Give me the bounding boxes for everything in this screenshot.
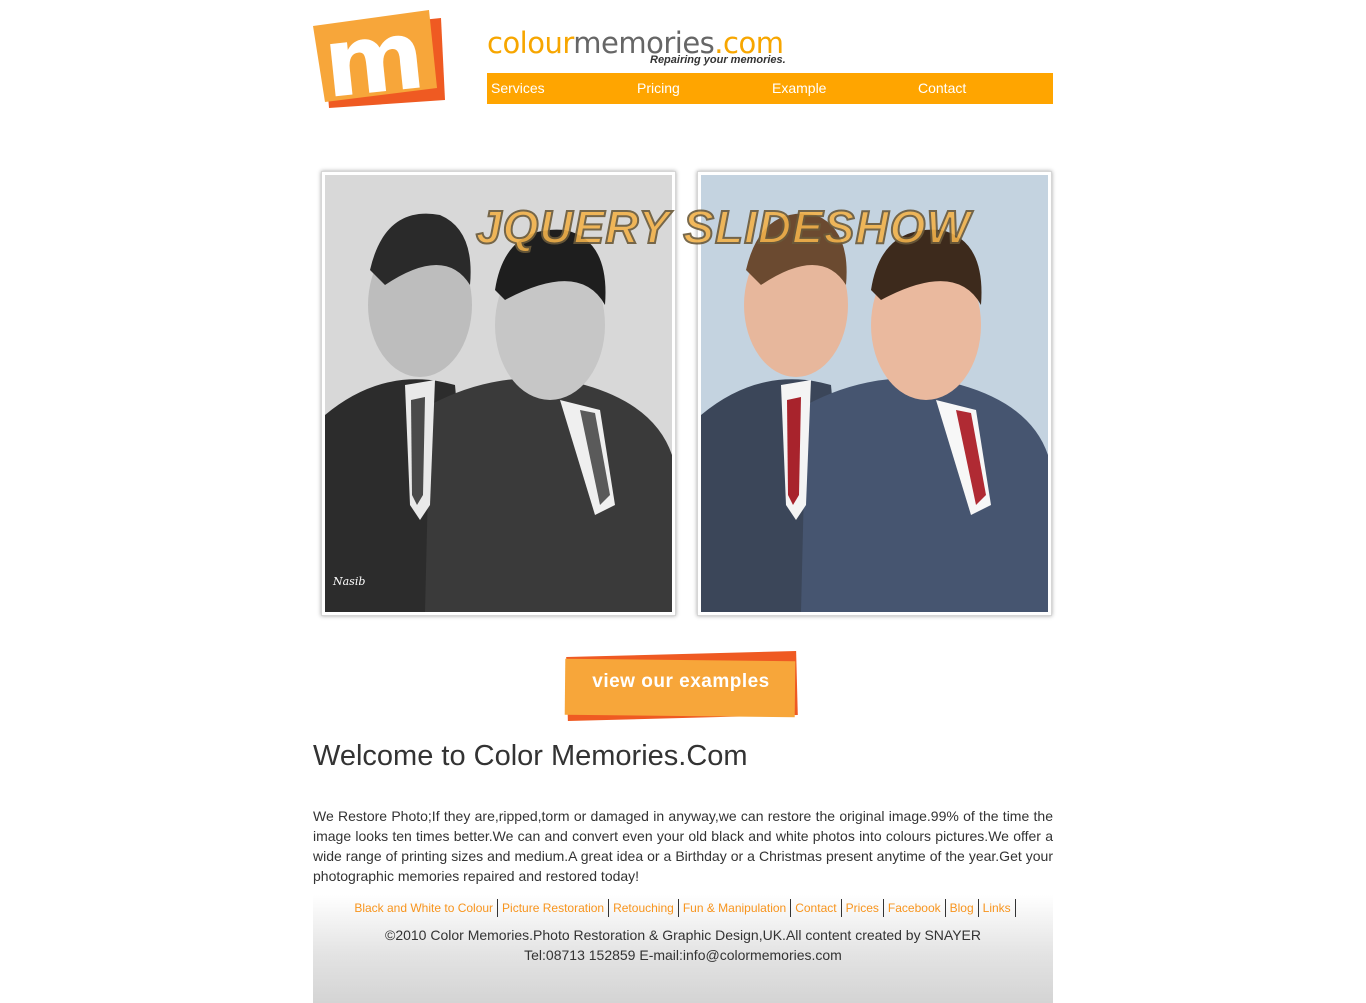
footer-link-fun-manipulation[interactable]: Fun & Manipulation	[679, 899, 792, 917]
nav-item-pricing[interactable]: Pricing	[637, 73, 680, 104]
footer-link-facebook[interactable]: Facebook	[884, 899, 946, 917]
footer-link-picture-restoration[interactable]: Picture Restoration	[498, 899, 610, 917]
footer-link-retouching[interactable]: Retouching	[609, 899, 679, 917]
brand-wordmark[interactable]: colourmemories.com Repairing your memori…	[487, 28, 807, 68]
brand-name-part1: colour	[487, 26, 574, 60]
page-container: m colourmemories.com Repairing your memo…	[313, 0, 1053, 1003]
main-nav: Services Pricing Example Contact	[487, 73, 1053, 104]
photo-signature: Nasib	[332, 575, 365, 588]
logo-letter: m	[318, 8, 429, 108]
intro-paragraph: We Restore Photo;If they are,ripped,torm…	[313, 808, 1053, 884]
footer-link-contact[interactable]: Contact	[791, 899, 842, 917]
page-title: Welcome to Color Memories.Com	[313, 740, 748, 772]
footer-link-blog[interactable]: Blog	[946, 899, 979, 917]
copyright-text: ©2010 Color Memories.Photo Restoration &…	[385, 927, 981, 943]
contact-info: Tel:08713 152859 E-mail:info@colormemori…	[524, 947, 842, 963]
nav-item-contact[interactable]: Contact	[918, 73, 966, 104]
view-examples-button[interactable]: view our examples	[564, 651, 800, 722]
slideshow-title-overlay: JQUERY SLIDESHOW	[475, 200, 971, 254]
footer-link-black-and-white-to-colour[interactable]: Black and White to Colour	[350, 899, 499, 917]
footer-links: Black and White to Colour Picture Restora…	[313, 899, 1053, 917]
footer: Black and White to Colour Picture Restora…	[313, 895, 1053, 1003]
view-examples-button-label: view our examples	[592, 671, 770, 692]
logo-m-icon[interactable]: m	[313, 8, 445, 108]
nav-item-services[interactable]: Services	[491, 73, 545, 104]
brand-tagline: Repairing your memories.	[650, 54, 786, 66]
footer-link-prices[interactable]: Prices	[842, 899, 884, 917]
footer-link-links[interactable]: Links	[979, 899, 1016, 917]
nav-item-example[interactable]: Example	[772, 73, 826, 104]
